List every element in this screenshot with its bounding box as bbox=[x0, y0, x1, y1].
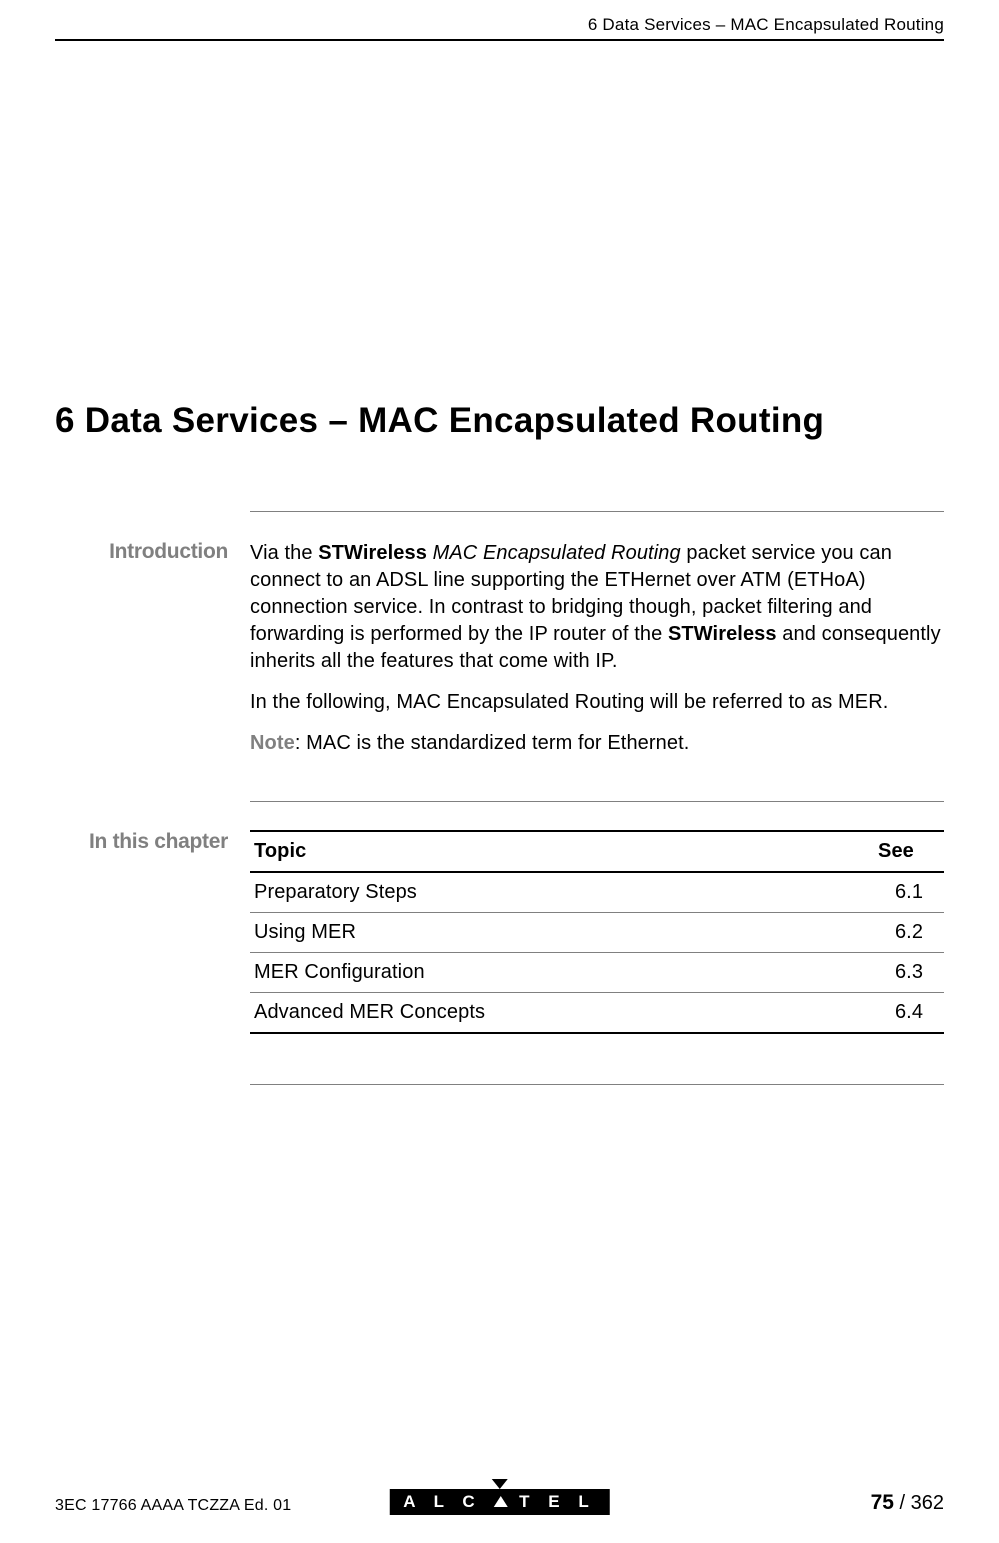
note-text: : MAC is the standardized term for Ether… bbox=[295, 732, 690, 754]
intro-paragraph-1: Via the STWireless MAC Encapsulated Rout… bbox=[250, 540, 944, 675]
page-total: 362 bbox=[911, 1492, 944, 1514]
intro-note: Note: MAC is the standardized term for E… bbox=[250, 730, 944, 757]
introduction-section: Introduction Via the STWireless MAC Enca… bbox=[55, 540, 944, 771]
table-cell-see: 6.1 bbox=[874, 872, 944, 913]
section-divider-mid bbox=[250, 801, 944, 802]
note-label: Note bbox=[250, 732, 295, 754]
intro-text: Via the bbox=[250, 542, 318, 564]
page-container: 6 Data Services – MAC Encapsulated Routi… bbox=[0, 0, 999, 1543]
logo-text-left: A L C bbox=[403, 1492, 481, 1511]
table-cell-see: 6.3 bbox=[874, 953, 944, 993]
intro-paragraph-2: In the following, MAC Encapsulated Routi… bbox=[250, 689, 944, 716]
table-header-row: Topic See bbox=[250, 831, 944, 872]
chapter-title: 6 Data Services – MAC Encapsulated Routi… bbox=[55, 401, 944, 441]
topic-table: Topic See Preparatory Steps 6.1 Using ME… bbox=[250, 830, 944, 1034]
in-this-chapter-label: In this chapter bbox=[55, 830, 250, 1034]
table-cell-see: 6.4 bbox=[874, 993, 944, 1034]
alcatel-triangle-icon bbox=[491, 1479, 507, 1489]
page-current: 75 bbox=[871, 1491, 894, 1514]
table-cell-see: 6.2 bbox=[874, 913, 944, 953]
in-this-chapter-content: Topic See Preparatory Steps 6.1 Using ME… bbox=[250, 830, 944, 1034]
table-header-see: See bbox=[874, 831, 944, 872]
alcatel-inner-triangle-icon bbox=[493, 1496, 507, 1507]
running-header: 6 Data Services – MAC Encapsulated Routi… bbox=[55, 15, 944, 35]
table-row: Preparatory Steps 6.1 bbox=[250, 872, 944, 913]
table-header-topic: Topic bbox=[250, 831, 874, 872]
table-cell-topic: Advanced MER Concepts bbox=[250, 993, 874, 1034]
introduction-content: Via the STWireless MAC Encapsulated Rout… bbox=[250, 540, 944, 771]
table-cell-topic: MER Configuration bbox=[250, 953, 874, 993]
table-row: Advanced MER Concepts 6.4 bbox=[250, 993, 944, 1034]
table-row: MER Configuration 6.3 bbox=[250, 953, 944, 993]
logo-text-right: T E L bbox=[519, 1492, 596, 1511]
alcatel-logo: A L C T E L bbox=[389, 1489, 609, 1515]
table-cell-topic: Using MER bbox=[250, 913, 874, 953]
footer: 3EC 17766 AAAA TCZZA Ed. 01 A L C T E L … bbox=[55, 1491, 944, 1515]
section-divider-bottom bbox=[250, 1084, 944, 1085]
intro-italic: MAC Encapsulated Routing bbox=[433, 542, 681, 564]
footer-doc-id: 3EC 17766 AAAA TCZZA Ed. 01 bbox=[55, 1497, 291, 1515]
header-divider bbox=[55, 39, 944, 41]
intro-bold-2: STWireless bbox=[668, 623, 777, 645]
table-row: Using MER 6.2 bbox=[250, 913, 944, 953]
section-divider-top bbox=[250, 511, 944, 512]
introduction-label: Introduction bbox=[55, 540, 250, 771]
footer-page-number: 75 / 362 bbox=[871, 1491, 944, 1515]
table-cell-topic: Preparatory Steps bbox=[250, 872, 874, 913]
in-this-chapter-section: In this chapter Topic See Preparatory St… bbox=[55, 830, 944, 1034]
intro-bold-1: STWireless bbox=[318, 542, 427, 564]
footer-logo-container: A L C T E L bbox=[389, 1479, 609, 1515]
page-sep: / bbox=[894, 1492, 911, 1514]
